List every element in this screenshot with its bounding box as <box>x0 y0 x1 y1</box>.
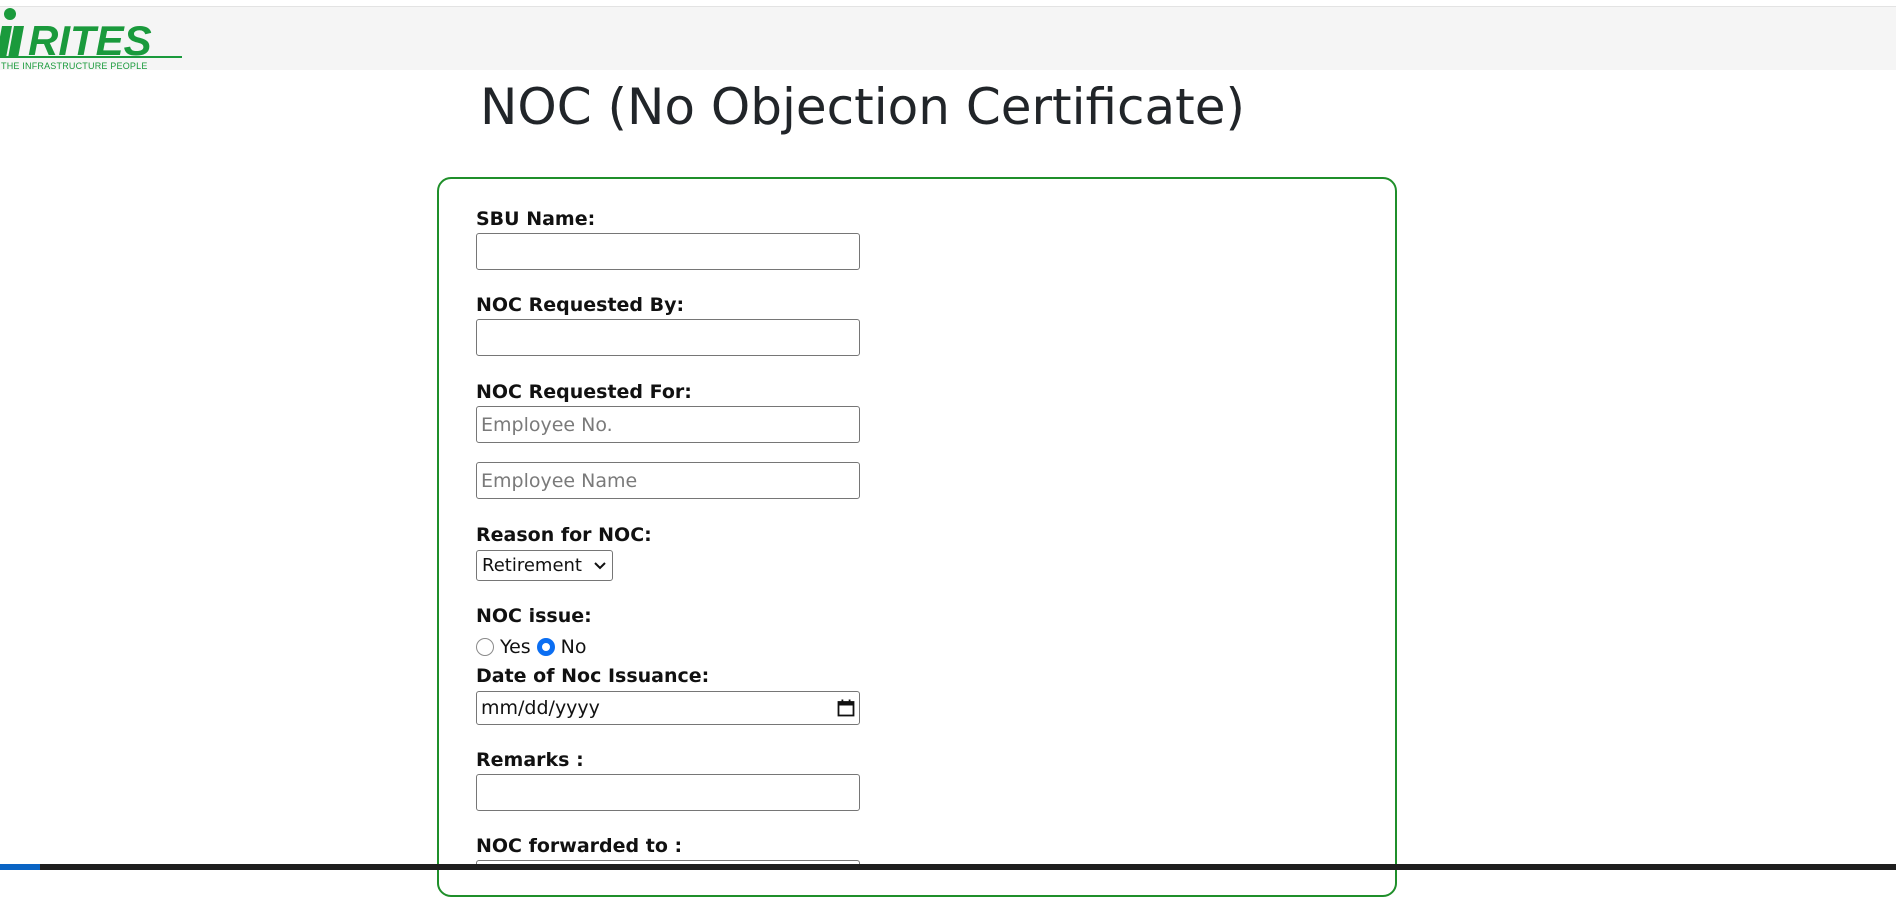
noc-issue-label: NOC issue: <box>476 605 592 627</box>
employee-name-input[interactable] <box>476 462 860 499</box>
requested-by-input[interactable] <box>476 319 860 356</box>
reason-selected-value: Retirement <box>482 555 582 576</box>
employee-no-input[interactable] <box>476 406 860 443</box>
issuance-date-label: Date of Noc Issuance: <box>476 665 710 687</box>
noc-issue-radio-group: Yes No <box>476 634 587 660</box>
reason-select[interactable]: Retirement <box>476 550 613 581</box>
requested-by-label: NOC Requested By: <box>476 294 685 316</box>
sbu-name-label: SBU Name: <box>476 208 596 230</box>
chevron-down-icon <box>594 561 606 569</box>
requested-for-label: NOC Requested For: <box>476 381 692 403</box>
calendar-icon[interactable] <box>837 699 855 717</box>
noc-issue-no-label: No <box>560 636 587 658</box>
status-bar-remote-indicator[interactable] <box>0 864 40 870</box>
noc-issue-yes-label: Yes <box>500 636 531 658</box>
issuance-date-input[interactable]: mm/dd/yyyy <box>476 691 860 725</box>
issuance-date-placeholder: mm/dd/yyyy <box>481 697 600 719</box>
logo-tagline: THE INFRASTRUCTURE PEOPLE <box>1 61 148 71</box>
noc-issue-yes-radio[interactable] <box>476 638 494 656</box>
page-title: NOC (No Objection Certificate) <box>479 78 1246 136</box>
header-bar <box>0 6 1896 70</box>
remarks-input[interactable] <box>476 774 860 811</box>
status-bar <box>0 864 1896 870</box>
sbu-name-input[interactable] <box>476 233 860 270</box>
noc-issue-no-radio[interactable] <box>536 638 555 656</box>
forwarded-to-label: NOC forwarded to : <box>476 835 683 857</box>
remarks-label: Remarks : <box>476 749 584 771</box>
reason-label: Reason for NOC: <box>476 524 652 546</box>
